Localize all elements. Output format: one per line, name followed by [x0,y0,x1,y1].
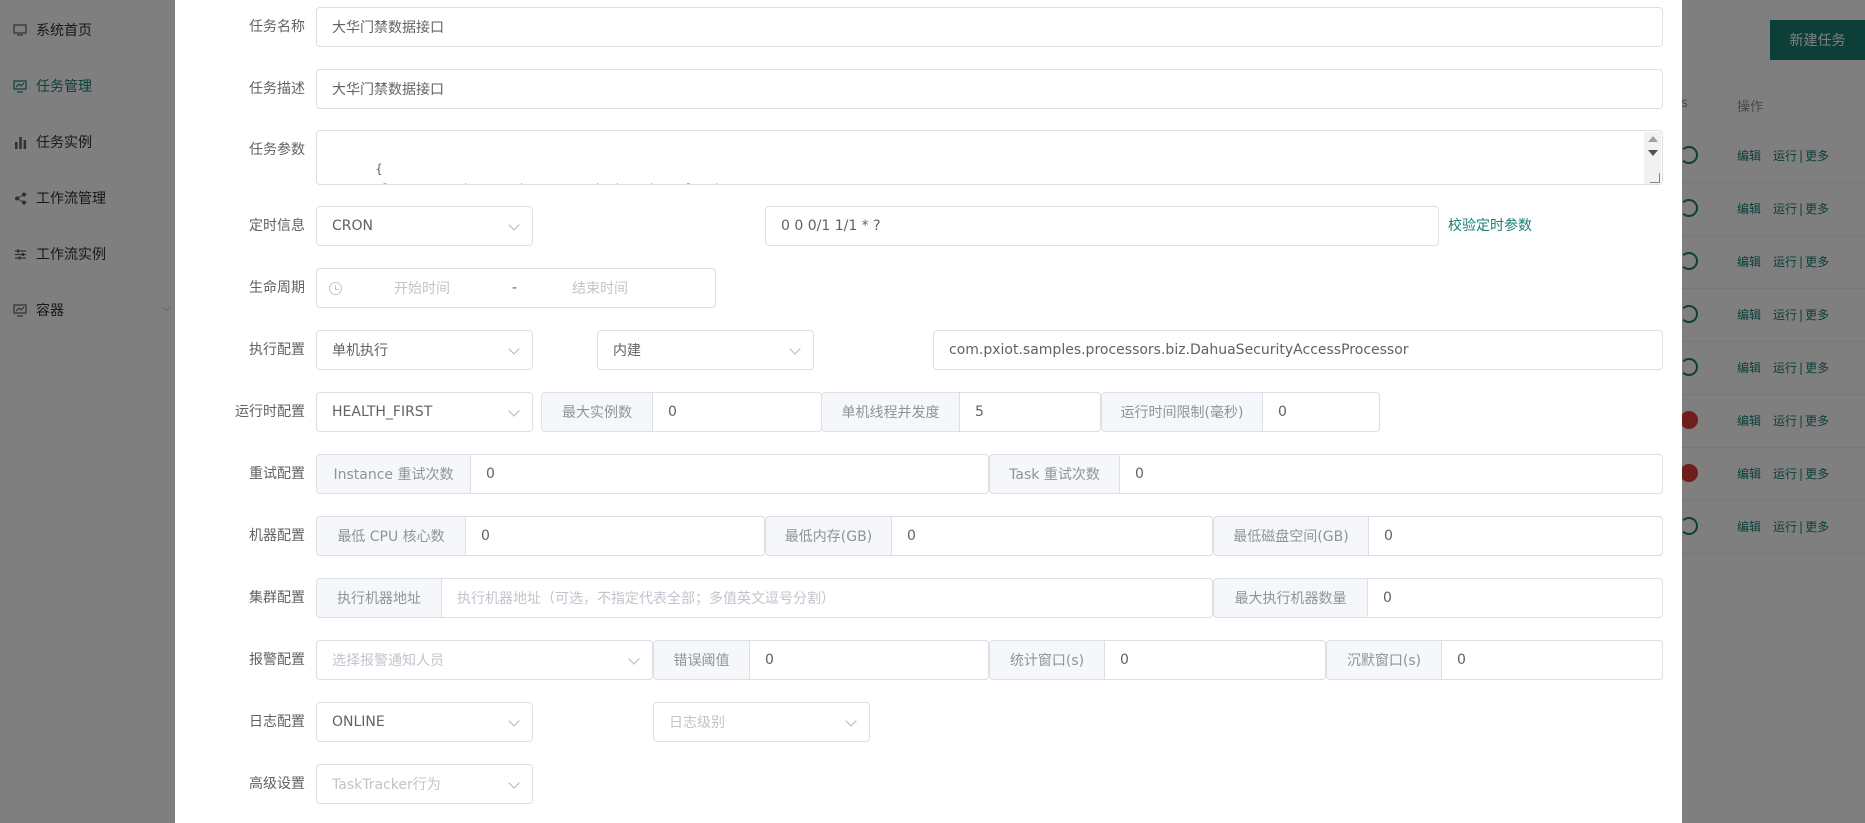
time-limit-input[interactable]: 0 [1262,392,1380,432]
processor-info-input[interactable]: com.pxiot.samples.processors.biz.DahuaSe… [933,330,1663,370]
exec-address-input[interactable]: 执行机器地址（可选，不指定代表全部；多值英文逗号分割） [441,578,1213,618]
task-params-label: 任务参数 [249,142,305,158]
exec-row: 执行配置 单机执行 内建 com.pxiot.samples.processor… [175,330,1682,370]
cluster-row: 集群配置 执行机器地址 执行机器地址（可选，不指定代表全部；多值英文逗号分割） … [175,578,1682,618]
concurrency-addon: 单机线程并发度 [821,392,960,432]
lifecycle-range-picker[interactable]: 开始时间 - 结束时间 [316,268,716,308]
log-level-select[interactable]: 日志级别 [653,702,870,742]
log-type-select[interactable]: ONLINE [316,702,533,742]
lifecycle-row: 生命周期 开始时间 - 结束时间 [175,268,1682,308]
min-disk-input[interactable]: 0 [1368,516,1663,556]
time-limit-addon: 运行时间限制(毫秒) [1101,392,1263,432]
retry-row: 重试配置 Instance 重试次数 0 Task 重试次数 0 [175,454,1682,494]
task-desc-label: 任务描述 [249,81,305,97]
cron-expression-input[interactable]: 0 0 0/1 1/1 * ? [765,206,1439,246]
alarm-label: 报警配置 [249,652,305,668]
stat-window-addon: 统计窗口(s) [989,640,1105,680]
max-instance-addon: 最大实例数 [541,392,653,432]
min-memory-input[interactable]: 0 [891,516,1213,556]
exec-address-addon: 执行机器地址 [316,578,442,618]
instance-retry-addon: Instance 重试次数 [316,454,471,494]
error-threshold-input[interactable]: 0 [749,640,989,680]
max-worker-addon: 最大执行机器数量 [1213,578,1368,618]
scroll-up-icon[interactable] [1648,136,1658,142]
schedule-type-select[interactable]: CRON [316,206,533,246]
resize-handle-icon[interactable] [1650,173,1660,183]
min-cpu-addon: 最低 CPU 核心数 [316,516,466,556]
machine-row: 机器配置 最低 CPU 核心数 0 最低内存(GB) 0 最低磁盘空间(GB) … [175,516,1682,556]
advanced-label: 高级设置 [249,776,305,792]
min-cpu-input[interactable]: 0 [465,516,765,556]
log-row: 日志配置 ONLINE 日志级别 [175,702,1682,742]
dispatch-strategy-select[interactable]: HEALTH_FIRST [316,392,533,432]
task-params-row: 任务参数 { "url":"/evo-apigw/evo-brm/1.0.0/d… [175,130,1682,185]
scroll-down-icon[interactable] [1648,150,1658,156]
cluster-label: 集群配置 [249,590,305,606]
alarm-row: 报警配置 选择报警通知人员 错误阈值 0 统计窗口(s) 0 沉默窗口(s) 0 [175,640,1682,680]
alarm-receivers-select[interactable]: 选择报警通知人员 [316,640,653,680]
schedule-row: 定时信息 CRON 0 0 0/1 1/1 * ? 校验定时参数 [175,206,1682,246]
processor-type-select[interactable]: 内建 [597,330,814,370]
error-threshold-addon: 错误阈值 [653,640,750,680]
task-name-label: 任务名称 [249,19,305,35]
runtime-row: 运行时配置 HEALTH_FIRST 最大实例数 0 单机线程并发度 5 运行时… [175,392,1682,432]
clock-icon [329,281,342,295]
instance-retry-input[interactable]: 0 [470,454,989,494]
end-time-input[interactable]: 结束时间 [572,278,628,298]
concurrency-input[interactable]: 5 [959,392,1101,432]
task-desc-input[interactable]: 大华门禁数据接口 [316,69,1663,109]
task-params-textarea[interactable]: { "url":"/evo-apigw/evo-brm/1.0.0/device… [316,130,1663,185]
task-retry-addon: Task 重试次数 [989,454,1120,494]
exec-mode-select[interactable]: 单机执行 [316,330,533,370]
range-separator: - [512,280,518,296]
task-edit-dialog: 任务名称 大华门禁数据接口 任务描述 大华门禁数据接口 任务参数 { "url"… [175,0,1682,823]
textarea-scrollbar[interactable] [1644,132,1661,184]
min-disk-addon: 最低磁盘空间(GB) [1213,516,1369,556]
task-name-input[interactable]: 大华门禁数据接口 [316,7,1663,47]
min-memory-addon: 最低内存(GB) [765,516,892,556]
max-instance-input[interactable]: 0 [652,392,822,432]
task-tracker-behavior-select[interactable]: TaskTracker行为 [316,764,533,804]
silence-window-input[interactable]: 0 [1441,640,1663,680]
stat-window-input[interactable]: 0 [1104,640,1326,680]
advanced-row: 高级设置 TaskTracker行为 [175,764,1682,804]
retry-label: 重试配置 [249,466,305,482]
machine-label: 机器配置 [249,528,305,544]
task-name-row: 任务名称 大华门禁数据接口 [175,7,1682,47]
silence-window-addon: 沉默窗口(s) [1326,640,1442,680]
exec-label: 执行配置 [249,342,305,358]
max-worker-input[interactable]: 0 [1367,578,1663,618]
validate-cron-link[interactable]: 校验定时参数 [1448,206,1532,246]
runtime-label: 运行时配置 [235,404,305,420]
task-retry-input[interactable]: 0 [1119,454,1663,494]
task-desc-row: 任务描述 大华门禁数据接口 [175,69,1682,109]
start-time-input[interactable]: 开始时间 [394,278,512,298]
schedule-label: 定时信息 [249,218,305,234]
log-label: 日志配置 [249,714,305,730]
lifecycle-label: 生命周期 [249,280,305,296]
task-params-text: { "url":"/evo-apigw/evo-brm/1.0.0/device… [361,162,816,184]
